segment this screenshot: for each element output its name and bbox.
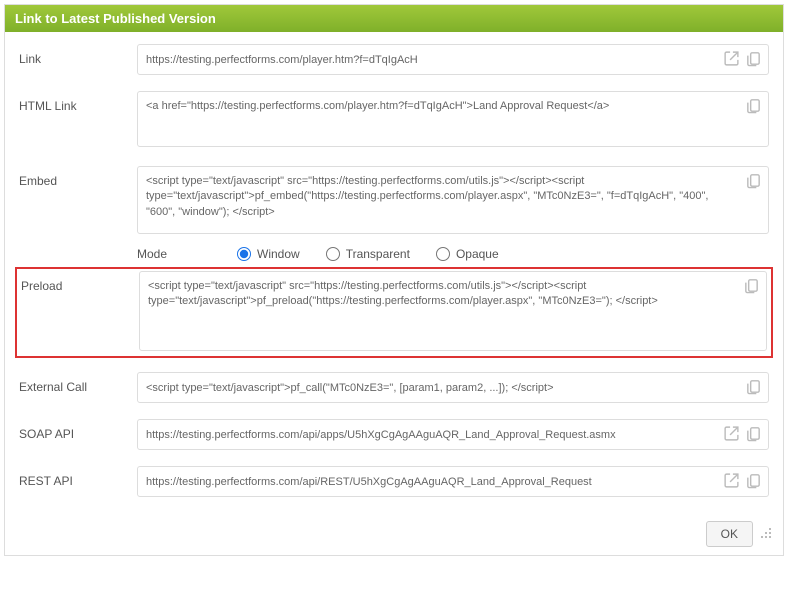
label-html-link: HTML Link bbox=[19, 91, 137, 113]
row-link: Link bbox=[19, 44, 769, 75]
ok-button[interactable]: OK bbox=[706, 521, 753, 547]
row-soap-api: SOAP API bbox=[19, 419, 769, 450]
link-input[interactable] bbox=[137, 44, 769, 75]
open-link-icon[interactable] bbox=[722, 471, 741, 490]
label-external-call: External Call bbox=[19, 372, 137, 394]
label-rest-api: REST API bbox=[19, 466, 137, 488]
label-link: Link bbox=[19, 44, 137, 66]
open-link-icon[interactable] bbox=[722, 49, 741, 68]
radio-opaque[interactable]: Opaque bbox=[436, 247, 499, 261]
copy-icon[interactable] bbox=[744, 377, 763, 396]
row-preload: Preload bbox=[19, 271, 769, 354]
resize-grip-icon[interactable] bbox=[761, 528, 773, 540]
panel-body: Link HTML Link bbox=[5, 32, 783, 513]
copy-icon[interactable] bbox=[744, 171, 763, 190]
copy-icon[interactable] bbox=[744, 424, 763, 443]
label-soap-api: SOAP API bbox=[19, 419, 137, 441]
radio-transparent-label: Transparent bbox=[346, 247, 410, 261]
radio-opaque-input[interactable] bbox=[436, 247, 450, 261]
radio-transparent-input[interactable] bbox=[326, 247, 340, 261]
html-link-input[interactable] bbox=[137, 91, 769, 147]
row-html-link: HTML Link bbox=[19, 91, 769, 150]
embed-mode-label: Mode bbox=[137, 247, 237, 261]
copy-icon[interactable] bbox=[744, 96, 763, 115]
radio-window[interactable]: Window bbox=[237, 247, 300, 261]
rest-api-input[interactable] bbox=[137, 466, 769, 497]
radio-window-label: Window bbox=[257, 247, 300, 261]
dialog-footer: OK bbox=[5, 513, 783, 555]
radio-window-input[interactable] bbox=[237, 247, 251, 261]
copy-icon[interactable] bbox=[744, 471, 763, 490]
label-embed: Embed bbox=[19, 166, 137, 188]
radio-opaque-label: Opaque bbox=[456, 247, 499, 261]
embed-mode-row: Mode Window Transparent Opaque bbox=[137, 247, 769, 261]
row-embed: Embed Mode Window bbox=[19, 166, 769, 265]
soap-api-input[interactable] bbox=[137, 419, 769, 450]
dialog-panel: Link to Latest Published Version Link HT… bbox=[4, 4, 784, 556]
preload-input[interactable] bbox=[139, 271, 767, 351]
row-external-call: External Call bbox=[19, 372, 769, 403]
external-call-input[interactable] bbox=[137, 372, 769, 403]
copy-icon[interactable] bbox=[742, 276, 761, 295]
radio-transparent[interactable]: Transparent bbox=[326, 247, 410, 261]
open-link-icon[interactable] bbox=[722, 424, 741, 443]
copy-icon[interactable] bbox=[744, 49, 763, 68]
row-rest-api: REST API bbox=[19, 466, 769, 497]
panel-title: Link to Latest Published Version bbox=[5, 5, 783, 32]
label-preload: Preload bbox=[21, 271, 139, 293]
highlight-preload: Preload bbox=[15, 267, 773, 358]
embed-input[interactable] bbox=[137, 166, 769, 234]
